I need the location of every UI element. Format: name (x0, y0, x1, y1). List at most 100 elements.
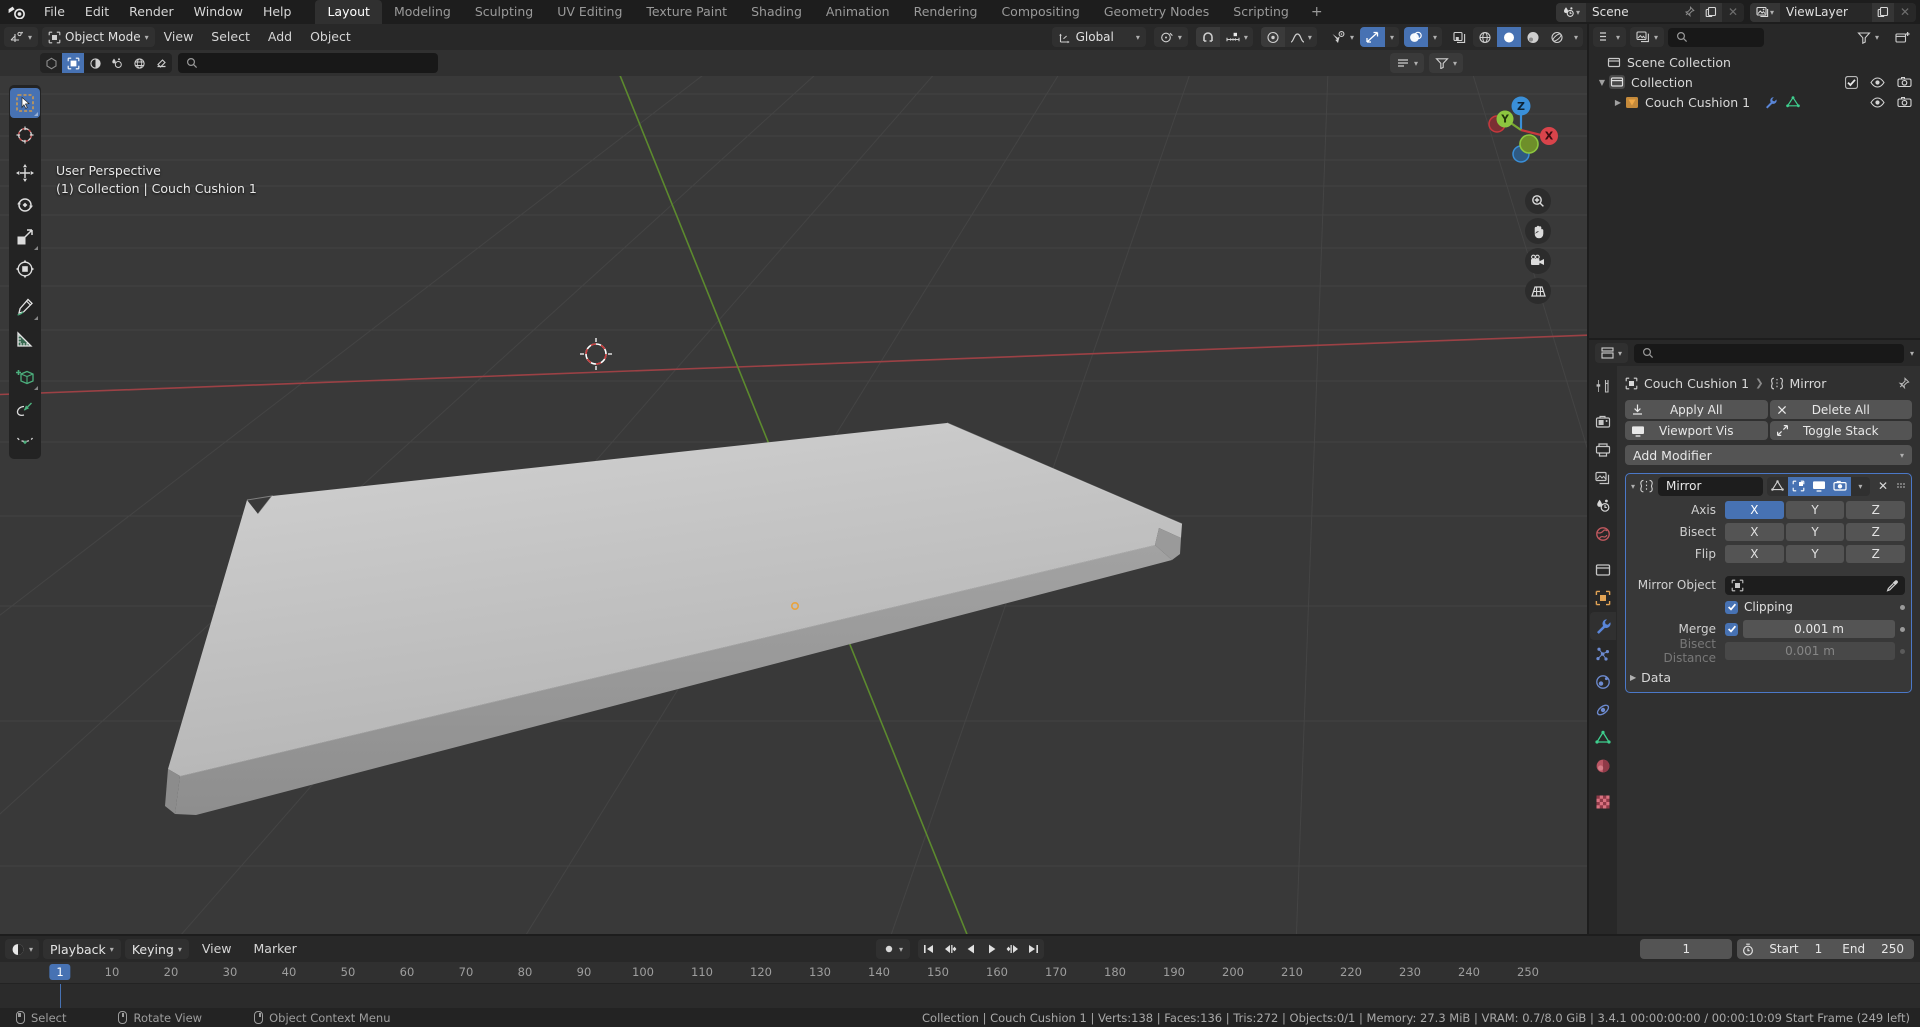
select-lasso-icon[interactable] (106, 53, 128, 73)
add-workspace-button[interactable]: + (1301, 0, 1333, 24)
xray-toggle-icon[interactable] (1403, 27, 1428, 47)
select-circle-icon[interactable] (84, 53, 106, 73)
filter-dropdown[interactable]: ▾ (1428, 53, 1463, 73)
properties-tab-texture[interactable] (1590, 788, 1616, 816)
new-scene-button[interactable] (1700, 2, 1722, 22)
remove-viewlayer-button[interactable]: ✕ (1894, 2, 1916, 22)
jump-to-previous-keyframe-button[interactable] (939, 939, 960, 959)
merge-distance-field[interactable]: 0.001 m (1743, 620, 1895, 638)
scene-icon[interactable]: ▾ (1556, 2, 1586, 22)
eyedropper-icon[interactable] (1886, 579, 1899, 592)
show-overlays-icon[interactable] (1359, 27, 1385, 47)
outliner-filter-icon[interactable]: ▾ (1851, 27, 1885, 47)
delete-all-button[interactable]: Delete All (1769, 400, 1912, 419)
rendered-shading-icon[interactable] (1545, 27, 1569, 47)
tool-annotate-icon[interactable] (10, 292, 40, 322)
select-mode-dots-icon[interactable] (40, 53, 62, 73)
jump-to-end-button[interactable] (1023, 939, 1044, 959)
clipping-checkbox[interactable] (1725, 600, 1738, 614)
timeline-menu-marker[interactable]: Marker (245, 939, 306, 959)
properties-options-chevron[interactable]: ▾ (1910, 349, 1914, 358)
workspace-tab-modeling[interactable]: Modeling (382, 0, 463, 24)
tool-cursor-icon[interactable] (10, 120, 40, 150)
move-view-hand-icon[interactable] (1525, 218, 1551, 244)
material-preview-shading-icon[interactable] (1521, 27, 1545, 47)
properties-tab-object-data[interactable] (1590, 724, 1616, 752)
modifier-collapse-chevron[interactable]: ▾ (1631, 482, 1635, 491)
menu-help[interactable]: Help (253, 0, 302, 24)
viewport-menu-select[interactable]: Select (202, 27, 259, 47)
mesh-data-icon[interactable] (1786, 95, 1800, 109)
xray-dropdown[interactable]: ▾ (1428, 27, 1442, 47)
new-viewlayer-button[interactable] (1872, 2, 1894, 22)
workspace-tab-compositing[interactable]: Compositing (989, 0, 1091, 24)
axis-y-toggle[interactable]: Y (1785, 501, 1845, 519)
outliner-row-collection[interactable]: ▼ Collection (1589, 72, 1920, 92)
play-reverse-button[interactable] (960, 939, 981, 959)
workspace-tab-layout[interactable]: Layout (315, 0, 382, 24)
merge-animate-dot[interactable] (1900, 626, 1905, 632)
jump-to-start-button[interactable] (918, 939, 939, 959)
breadcrumb-object-name[interactable]: Couch Cushion 1 (1644, 376, 1749, 391)
viewport-vis-button[interactable]: Viewport Vis (1625, 421, 1768, 440)
start-frame-field[interactable]: Start 1 (1759, 939, 1832, 959)
menu-edit[interactable]: Edit (75, 0, 119, 24)
timeline-menu-view[interactable]: View (193, 939, 241, 959)
edit-mode-cage-icon[interactable] (1767, 477, 1788, 496)
outliner-row-couch-cushion-1[interactable]: ▶ Couch Cushion 1 (1589, 92, 1920, 112)
render-camera-icon[interactable] (1829, 476, 1851, 496)
properties-tab-output[interactable] (1590, 436, 1616, 464)
outliner-new-collection-icon[interactable] (1889, 27, 1916, 47)
proportional-editing-icon[interactable] (1260, 27, 1285, 47)
properties-editor-type-button[interactable]: ▾ (1595, 343, 1629, 363)
select-globe-icon[interactable] (128, 53, 150, 73)
properties-tab-physics[interactable] (1590, 668, 1616, 696)
viewport-menu-view[interactable]: View (155, 27, 203, 47)
object-hide-in-viewport-eye-icon[interactable] (1870, 96, 1885, 108)
toggle-stack-button[interactable]: Toggle Stack (1769, 421, 1912, 440)
properties-tab-view-layer[interactable] (1590, 464, 1616, 492)
bisect-z-toggle[interactable]: Z (1846, 523, 1906, 541)
select-brush-icon[interactable] (150, 53, 172, 73)
outliner-editor-type-button[interactable]: ▾ (1593, 27, 1627, 47)
properties-search-input[interactable] (1634, 343, 1904, 363)
collection-checkbox[interactable] (1845, 75, 1858, 89)
pivot-point-dropdown[interactable]: ▾ (1153, 27, 1188, 47)
pin-properties-icon[interactable] (1897, 376, 1910, 390)
outliner-search-input[interactable] (1668, 27, 1764, 47)
workspace-tab-sculpting[interactable]: Sculpting (463, 0, 545, 24)
toggle-xray-button[interactable] (1447, 27, 1473, 47)
properties-tab-collection[interactable] (1590, 556, 1616, 584)
timeline-channel-area[interactable] (0, 984, 1920, 1008)
end-frame-field[interactable]: End 250 (1832, 939, 1914, 959)
workspace-tab-scripting[interactable]: Scripting (1221, 0, 1301, 24)
unlink-scene-button[interactable]: ✕ (1722, 2, 1744, 22)
collection-disclosure-triangle[interactable]: ▼ (1595, 78, 1609, 87)
menu-file[interactable]: File (34, 0, 75, 24)
mirror-data-subpanel[interactable]: ▶ Data (1630, 670, 1905, 685)
wireframe-shading-icon[interactable] (1473, 27, 1497, 47)
properties-tab-particles[interactable] (1590, 640, 1616, 668)
tool-measure-icon[interactable] (10, 324, 40, 354)
properties-tab-world[interactable] (1590, 520, 1616, 548)
tool-transform-icon[interactable] (10, 254, 40, 284)
object-disable-in-renders-camera-icon[interactable] (1897, 96, 1912, 108)
show-gizmo-dropdown[interactable]: ▾ (1325, 27, 1360, 47)
menu-window[interactable]: Window (184, 0, 253, 24)
viewlayer-selector[interactable]: ▾ ViewLayer ✕ (1750, 2, 1916, 22)
properties-tab-object[interactable] (1590, 584, 1616, 612)
modifier-delete-button[interactable]: ✕ (1874, 479, 1892, 493)
edit-mode-display-icon[interactable] (1787, 476, 1809, 496)
viewlayer-icon[interactable]: ▾ (1750, 2, 1780, 22)
timeline-editor-type-button[interactable]: ▾ (5, 939, 40, 959)
flip-y-toggle[interactable]: Y (1785, 545, 1845, 563)
object-mode-dropdown[interactable]: Object Mode ▾ (42, 27, 155, 47)
pin-scene-icon[interactable] (1678, 2, 1700, 22)
menu-render[interactable]: Render (119, 0, 184, 24)
breadcrumb-modifier-name[interactable]: Mirror (1790, 376, 1827, 391)
tool-rotate-icon[interactable] (10, 190, 40, 220)
tool-extrude-icon[interactable] (10, 394, 40, 424)
transform-orientation-dropdown[interactable]: Global ▾ (1051, 27, 1146, 47)
modifier-drag-handle[interactable] (1896, 480, 1906, 492)
tool-mode-dropdown[interactable]: ▾ (1389, 53, 1424, 73)
